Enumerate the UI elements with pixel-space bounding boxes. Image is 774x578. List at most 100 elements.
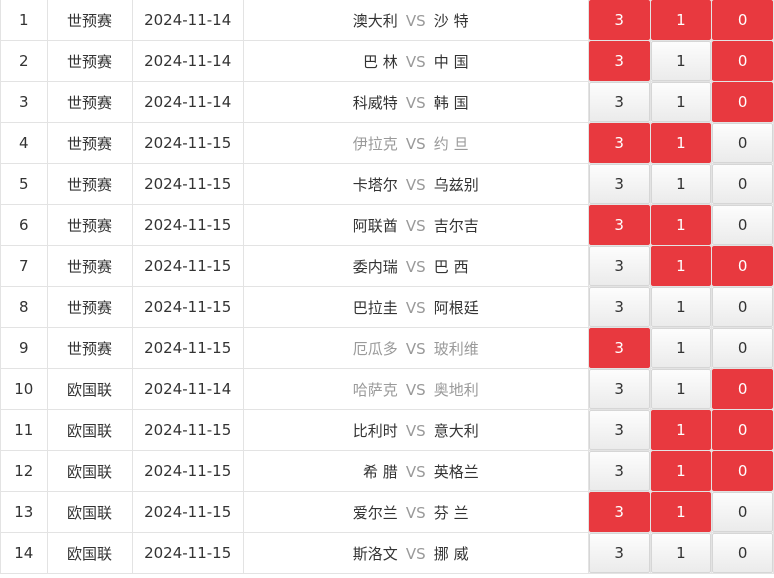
match-row: 10 欧国联 2024-11-14 哈萨克 VS 奥地利 3 1 0 [0,368,774,410]
match-date: 2024-11-15 [131,450,244,492]
match-teams: 阿联酋 VS 吉尔吉 [242,204,589,246]
option-win-button[interactable]: 3 [588,533,650,573]
option-cell: 3 [587,81,651,123]
option-cell: 0 [711,40,774,82]
option-cell: 3 [587,491,651,533]
match-date: 2024-11-15 [131,163,244,205]
match-row: 2 世预赛 2024-11-14 巴 林 VS 中 国 310 [0,40,774,82]
home-team: 委内瑞 [352,257,398,276]
vs-label: VS [405,175,426,194]
vs-label: VS [405,52,426,71]
option-win-button[interactable]: 3 [588,492,650,532]
away-team: 阿根廷 [433,298,479,317]
option-cell: 1 [649,0,713,41]
option-cell: 3 [587,163,651,205]
home-team: 比利时 [352,421,398,440]
option-loss-button[interactable]: 0 [712,451,773,491]
option-win-button[interactable]: 3 [588,451,650,491]
match-number: 5 [0,163,48,205]
option-draw-button[interactable]: 1 [650,205,712,245]
home-team: 伊拉克 [352,134,398,153]
match-row: 5 世预赛 2024-11-15 卡塔尔 VS 乌兹别 3 1 0 [0,163,774,205]
league-name: 世预赛 [46,245,133,287]
option-loss-button[interactable]: 0 [712,205,773,245]
option-win-button[interactable]: 3 [588,369,650,409]
option-cell: 3 [587,122,651,164]
option-win-button[interactable]: 3 [588,41,650,81]
option-loss-button[interactable]: 0 [712,82,773,122]
option-draw-button[interactable]: 1 [650,246,712,286]
option-loss-button[interactable]: 0 [712,0,773,40]
option-draw-button[interactable]: 1 [650,0,712,40]
option-draw-button[interactable]: 1 [650,82,712,122]
match-row: 3 世预赛 2024-11-14 科威特 VS 韩 国310 [0,81,774,123]
option-loss-button[interactable]: 0 [712,287,773,327]
match-date: 2024-11-15 [131,122,244,164]
option-loss-button[interactable]: 0 [712,41,773,81]
option-win-button[interactable]: 3 [588,164,650,204]
option-win-button[interactable]: 3 [588,287,650,327]
option-loss-button[interactable]: 0 [712,533,773,573]
option-draw-button[interactable]: 1 [650,328,712,368]
option-cell: 1 [649,163,713,205]
option-draw-button[interactable]: 1 [650,164,712,204]
option-win-button[interactable]: 3 [588,82,650,122]
option-loss-button[interactable]: 0 [712,410,773,450]
option-draw-button[interactable]: 1 [650,492,712,532]
option-win-button[interactable]: 3 [588,246,650,286]
option-draw-button[interactable]: 1 [650,123,712,163]
vs-label: VS [405,216,426,235]
option-loss-button[interactable]: 0 [712,492,773,532]
league-name: 世预赛 [46,327,133,369]
option-win-button[interactable]: 3 [588,205,650,245]
option-cell: 0 [711,450,774,492]
option-win-button[interactable]: 3 [588,328,650,368]
match-date: 2024-11-15 [131,491,244,533]
option-cell: 1 [649,450,713,492]
option-draw-button[interactable]: 1 [650,533,712,573]
match-row: 13 欧国联 2024-11-15 爱尔兰 VS 芬 兰 310 [0,491,774,533]
option-cell: 0 [711,368,774,410]
home-team: 卡塔尔 [352,175,398,194]
option-cell: 3 [587,204,651,246]
vs-label: VS [405,11,426,30]
away-team: 乌兹别 [433,175,479,194]
option-cell: 1 [649,245,713,287]
option-draw-button[interactable]: 1 [650,410,712,450]
option-draw-button[interactable]: 1 [650,287,712,327]
option-draw-button[interactable]: 1 [650,41,712,81]
match-date: 2024-11-14 [131,0,244,41]
option-cell: 1 [649,286,713,328]
vs-label: VS [405,503,426,522]
match-row: 11 欧国联 2024-11-15 比利时 VS 意大利 3 1 0 [0,409,774,451]
option-win-button[interactable]: 3 [588,123,650,163]
match-date: 2024-11-15 [131,245,244,287]
option-loss-button[interactable]: 0 [712,246,773,286]
option-draw-button[interactable]: 1 [650,369,712,409]
option-cell: 1 [649,81,713,123]
option-loss-button[interactable]: 0 [712,123,773,163]
vs-label: VS [405,134,426,153]
option-cell: 0 [711,409,774,451]
option-loss-button[interactable]: 0 [712,369,773,409]
match-row: 8 世预赛 2024-11-15 巴拉圭 VS 阿根廷 3 1 0 [0,286,774,328]
option-cell: 1 [649,368,713,410]
league-name: 欧国联 [46,491,133,533]
match-date: 2024-11-14 [131,40,244,82]
match-date: 2024-11-15 [131,409,244,451]
away-team: 巴 西 [433,257,469,276]
option-win-button[interactable]: 3 [588,410,650,450]
match-row: 6 世预赛 2024-11-15 阿联酋 VS 吉尔吉 3 1 0 [0,204,774,246]
option-cell: 3 [587,286,651,328]
option-loss-button[interactable]: 0 [712,328,773,368]
option-cell: 0 [711,81,774,123]
league-name: 欧国联 [46,450,133,492]
vs-label: VS [405,93,426,112]
option-cell: 0 [711,204,774,246]
match-date: 2024-11-15 [131,286,244,328]
option-loss-button[interactable]: 0 [712,164,773,204]
match-teams: 委内瑞 VS 巴 西 [242,245,589,287]
option-win-button[interactable]: 3 [588,0,650,40]
option-draw-button[interactable]: 1 [650,451,712,491]
match-number: 14 [0,532,48,574]
